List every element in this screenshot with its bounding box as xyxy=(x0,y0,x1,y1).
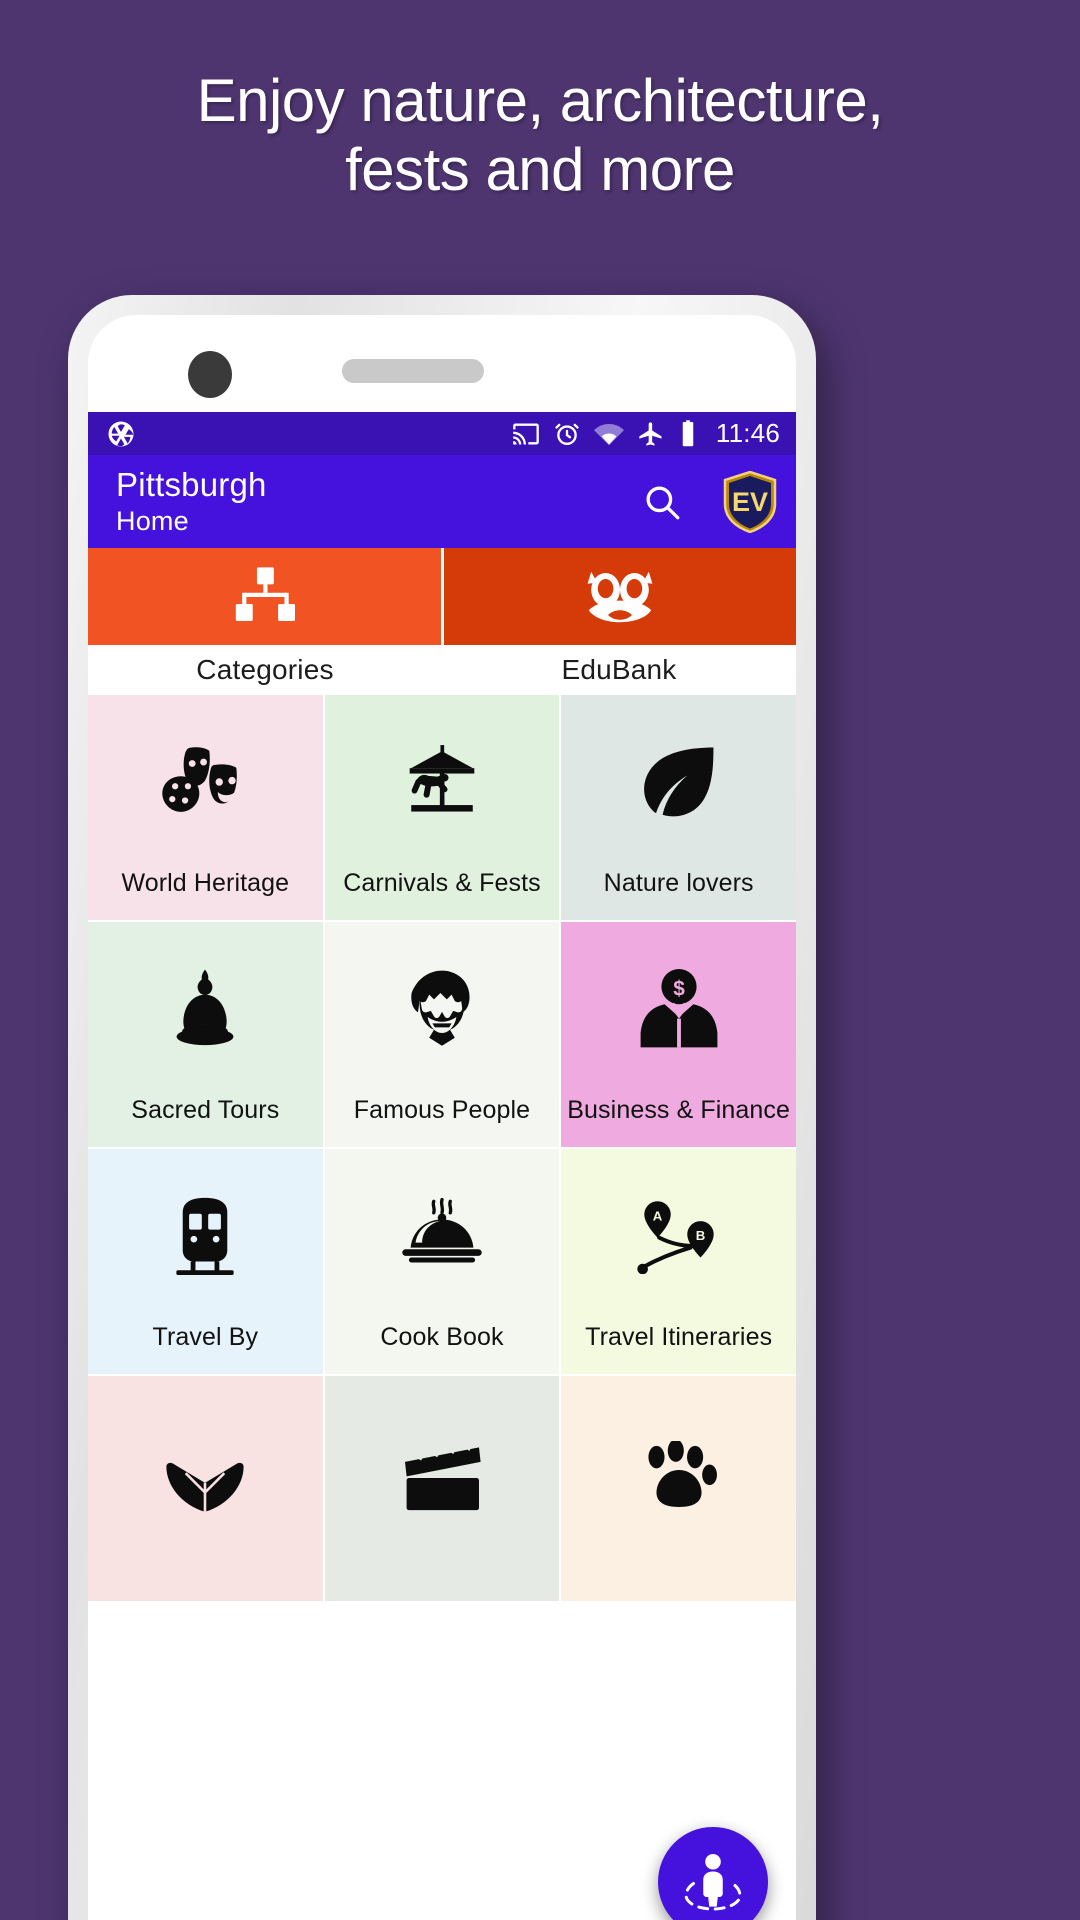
famous-person-icon xyxy=(411,970,470,1046)
tile-label: Cook Book xyxy=(380,1323,504,1351)
svg-text:$: $ xyxy=(673,977,685,1000)
svg-text:EV: EV xyxy=(732,487,768,517)
leaf-icon xyxy=(643,747,714,817)
eduvision-shield-logo-icon: EV xyxy=(723,470,777,533)
route-a-b-icon: A B xyxy=(637,1201,714,1274)
promo-headline: Enjoy nature, architecture, fests and mo… xyxy=(0,66,1080,204)
aperture-icon xyxy=(108,421,134,446)
theater-masks-icon xyxy=(162,747,238,812)
airplane-mode-icon xyxy=(639,421,662,446)
hand-fan-icon xyxy=(166,1462,244,1512)
tile-icon-wrap xyxy=(88,695,323,869)
tile-label xyxy=(561,1579,796,1601)
businessman-icon: $ xyxy=(640,969,718,1048)
food-cloche-icon xyxy=(402,1197,482,1263)
grid-tile-travel-itineraries[interactable]: A B Travel Itineraries xyxy=(561,1149,796,1374)
status-bar-notifications xyxy=(106,419,136,449)
grid-tile-sacred-tours[interactable]: Sacred Tours xyxy=(88,922,323,1147)
paw-prints-icon xyxy=(648,1440,717,1507)
brand-logo-button[interactable]: EV xyxy=(722,470,778,533)
tile-label: Travel Itineraries xyxy=(585,1323,773,1351)
train-icon xyxy=(176,1197,234,1275)
grid-tile-row4-col2[interactable] xyxy=(324,1376,560,1601)
category-grid: World Heritage Carnivals & Fests Nature … xyxy=(88,695,796,1601)
film-clapper-icon xyxy=(404,1440,481,1510)
tile-label: World Heritage xyxy=(121,869,290,897)
search-button[interactable] xyxy=(638,478,686,526)
status-bar-time: 11:46 xyxy=(715,418,780,448)
app-bar-title-block: Pittsburgh Home xyxy=(116,466,267,538)
tab-label-edubank[interactable]: EduBank xyxy=(442,645,796,695)
search-icon xyxy=(646,486,680,519)
svg-text:A: A xyxy=(652,1208,662,1223)
tab-labels: Categories EduBank xyxy=(88,645,796,695)
floating-action-button[interactable] xyxy=(658,1827,768,1920)
grid-tile-row4-col3[interactable] xyxy=(561,1376,796,1601)
grid-tile-row4-col1[interactable] xyxy=(88,1376,323,1601)
tab-strip xyxy=(88,548,796,645)
page-subtitle: Home xyxy=(116,505,189,536)
grid-tile-carnivals-fests[interactable]: Carnivals & Fests xyxy=(324,695,560,920)
tile-icon-wrap xyxy=(88,922,323,1096)
tile-label xyxy=(325,1579,560,1601)
app-bar-actions: EV xyxy=(638,470,778,533)
tile-icon-wrap xyxy=(325,1149,560,1323)
grid-tile-nature-lovers[interactable]: Nature lovers xyxy=(561,695,796,920)
cast-icon xyxy=(513,423,539,444)
tab-label-categories[interactable]: Categories xyxy=(88,645,442,695)
tile-icon-wrap: $ xyxy=(561,922,796,1096)
tile-label: Sacred Tours xyxy=(131,1096,280,1124)
grid-tile-cook-book[interactable]: Cook Book xyxy=(324,1149,560,1374)
tile-label: Business & Finance xyxy=(567,1096,791,1124)
grid-tile-famous-people[interactable]: Famous People xyxy=(324,922,560,1147)
tile-label xyxy=(88,1579,323,1601)
app-bar: Pittsburgh Home EV xyxy=(88,455,796,548)
tile-icon-wrap: A B xyxy=(561,1149,796,1323)
tile-icon-wrap xyxy=(325,695,560,869)
person-pin-icon xyxy=(684,1853,742,1911)
tile-icon-wrap xyxy=(88,1376,323,1579)
tab-categories[interactable] xyxy=(88,548,444,645)
svg-text:B: B xyxy=(695,1228,705,1243)
app-viewport: 11:46 Pittsburgh Home EV Categories EduB… xyxy=(88,412,796,1920)
tile-icon-wrap xyxy=(561,1376,796,1579)
phone-frame: 11:46 Pittsburgh Home EV Categories EduB… xyxy=(68,295,816,1920)
phone-screen: 11:46 Pittsburgh Home EV Categories EduB… xyxy=(88,315,796,1920)
status-bar-system-icons: 11:46 xyxy=(512,418,780,449)
carousel-icon xyxy=(409,745,475,812)
buddha-icon xyxy=(176,969,234,1046)
owl-icon xyxy=(587,571,653,622)
wifi-icon xyxy=(593,423,624,445)
tab-edubank[interactable] xyxy=(443,548,796,645)
grid-tile-business-finance[interactable]: $ Business & Finance xyxy=(561,922,796,1147)
earpiece-speaker-icon xyxy=(342,359,484,383)
battery-icon xyxy=(682,419,694,446)
tile-label: Famous People xyxy=(353,1096,531,1124)
grid-tile-world-heritage[interactable]: World Heritage xyxy=(88,695,323,920)
tile-icon-wrap xyxy=(88,1149,323,1323)
front-camera-icon xyxy=(188,351,232,398)
tile-icon-wrap xyxy=(325,922,560,1096)
tile-label: Carnivals & Fests xyxy=(343,869,541,897)
tile-icon-wrap xyxy=(561,695,796,869)
page-title: Pittsburgh xyxy=(116,465,267,503)
alarm-icon xyxy=(555,423,579,445)
grid-tile-travel-by[interactable]: Travel By xyxy=(88,1149,323,1374)
tile-label: Nature lovers xyxy=(603,869,754,897)
tile-icon-wrap xyxy=(325,1376,560,1579)
tile-label: Travel By xyxy=(152,1323,259,1351)
sitemap-icon xyxy=(236,566,296,621)
promo-headline-line2: fests and more xyxy=(345,136,735,203)
status-bar: 11:46 xyxy=(88,412,796,455)
promo-headline-line1: Enjoy nature, architecture, xyxy=(196,67,884,134)
